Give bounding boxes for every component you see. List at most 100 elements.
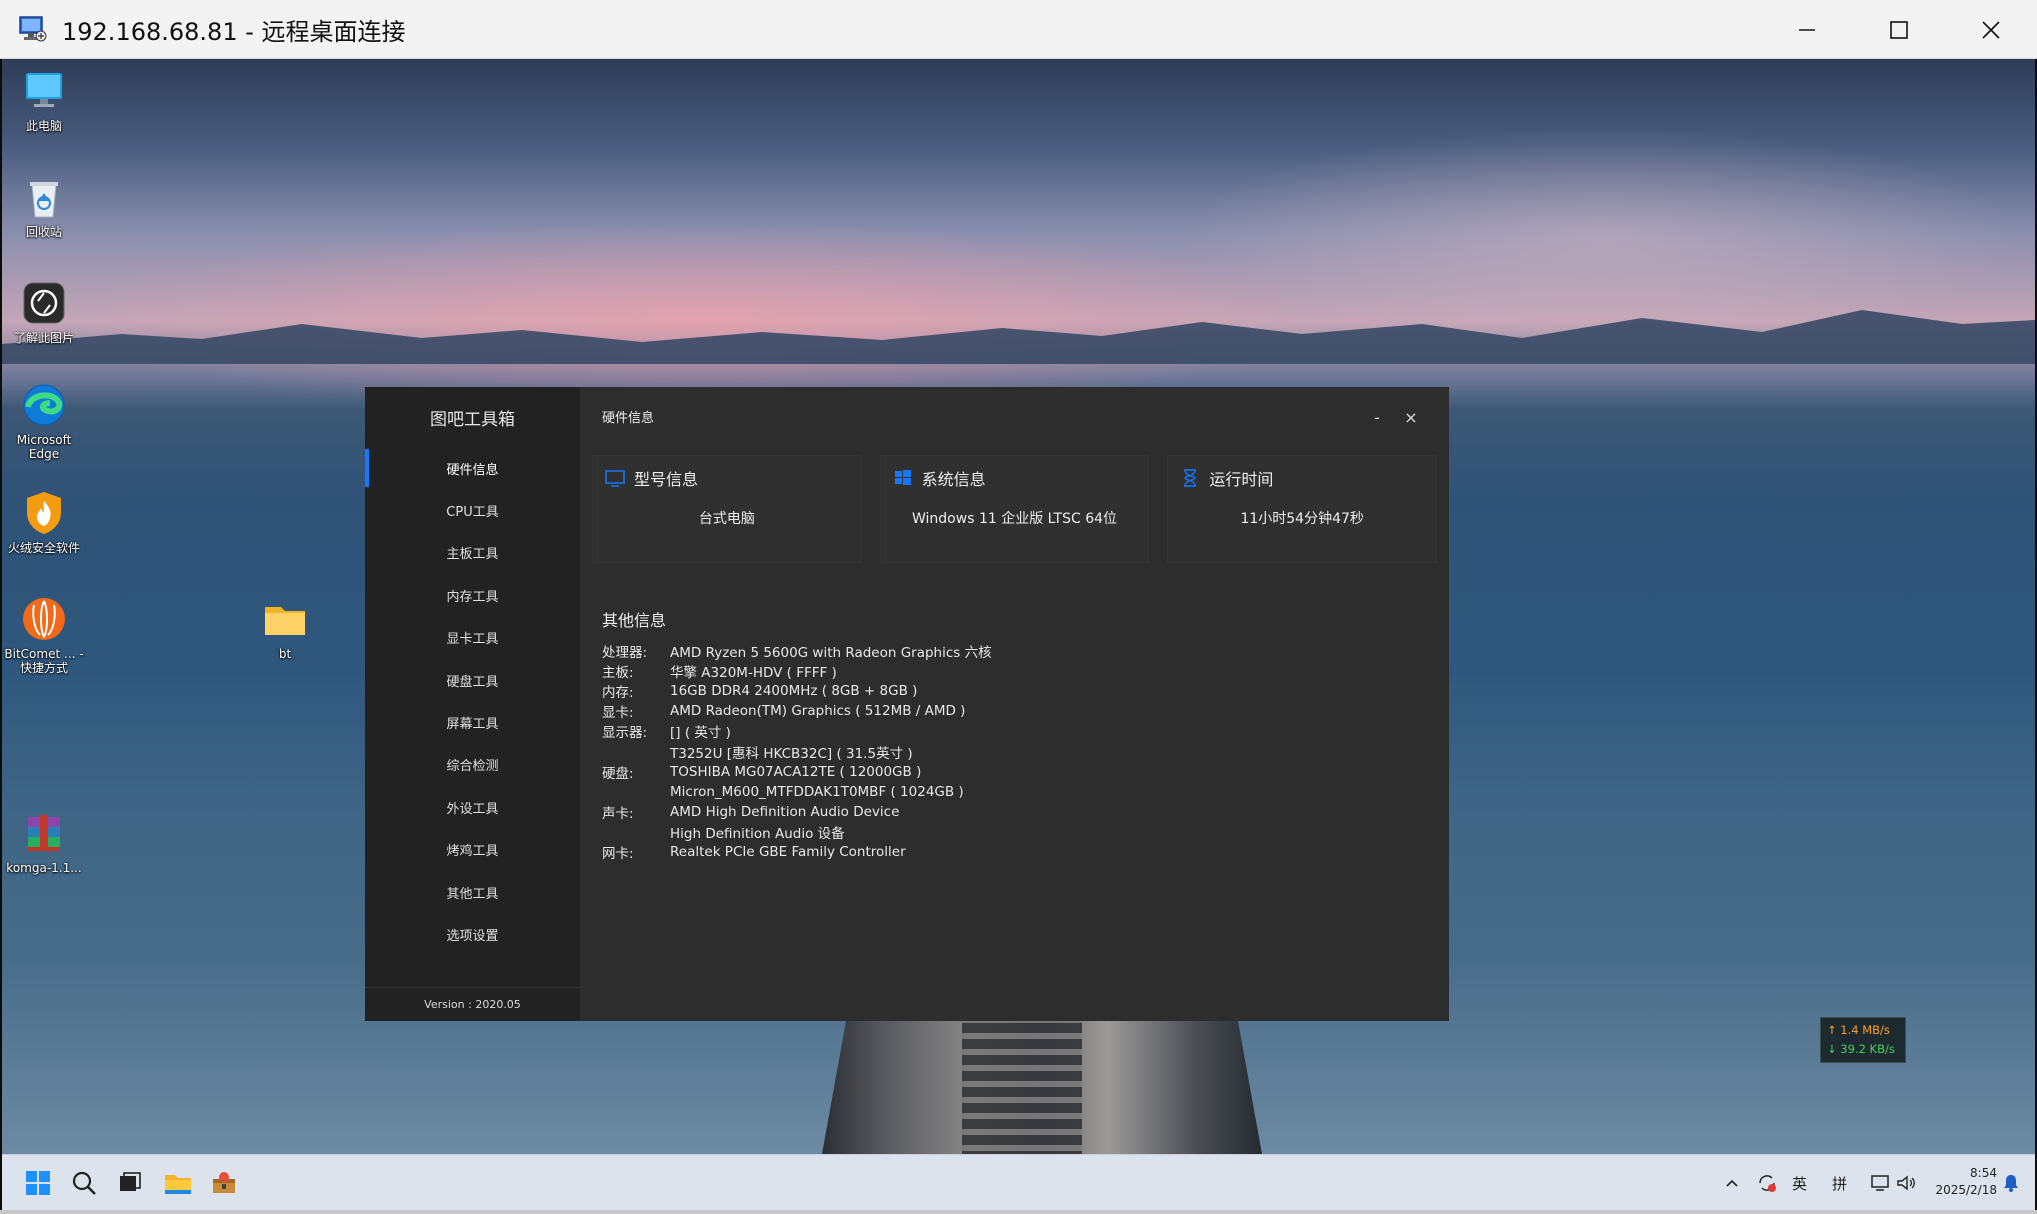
info-key: 声卡:: [602, 805, 634, 822]
search-button[interactable]: [68, 1167, 100, 1199]
info-key: 显示器:: [602, 725, 648, 742]
other-info-section: 其他信息 处理器: AMD Ryzen 5 5600G with Radeon G…: [602, 607, 992, 862]
window-bottom-border: [0, 1210, 2037, 1214]
card-value: Windows 11 企业版 LTSC 64位: [912, 511, 1118, 527]
windows-start-icon: [26, 1171, 50, 1195]
rdp-maximize-button[interactable]: [1853, 0, 1945, 59]
info-row-display: 显示器: [] ( 英寸 ): [602, 721, 992, 741]
sidebar-item-memory-tools[interactable]: 内存工具: [365, 574, 580, 616]
card-title: 运行时间: [1209, 470, 1274, 489]
info-value: High Definition Audio 设备: [670, 825, 845, 842]
clock[interactable]: 8:54 2025/2/18: [1927, 1165, 1997, 1199]
sidebar-menu: 硬件信息 CPU工具 主板工具 内存工具 显卡工具 硬盘工具 屏幕工具 综合检测…: [365, 447, 580, 956]
taskbar: 英 拼 8:54 2025/2/18: [2, 1154, 2035, 1210]
notification-button[interactable]: [2002, 1155, 2020, 1211]
info-key: 内存:: [602, 685, 634, 702]
card-value: 台式电脑: [698, 511, 755, 527]
tray-security-button[interactable]: [1756, 1155, 1778, 1211]
minimize-icon: [1799, 28, 1815, 31]
search-icon: [72, 1171, 96, 1195]
info-row-display-2: T3252U [惠科 HKCB32C] ( 31.5英寸 ): [602, 741, 992, 762]
version-label: Version : 2020.05: [365, 987, 580, 1021]
card-system-info: 系统信息 Windows 11 企业版 LTSC 64位: [879, 455, 1150, 563]
info-key: 主板:: [602, 665, 634, 682]
sidebar-item-hardware-info[interactable]: 硬件信息: [365, 447, 580, 489]
desktop-icon-label: BitComet ... - 快捷方式: [4, 647, 84, 675]
info-value: 16GB DDR4 2400MHz ( 8GB + 8GB ): [670, 683, 918, 700]
info-value: AMD Radeon(TM) Graphics ( 512MB / AMD ): [670, 703, 966, 720]
info-row-cpu: 处理器: AMD Ryzen 5 5600G with Radeon Graphi…: [602, 641, 992, 661]
card-title: 系统信息: [921, 470, 986, 489]
file-explorer-button[interactable]: [162, 1167, 194, 1199]
speaker-icon: [1897, 1175, 1915, 1191]
info-key: 网卡:: [602, 845, 634, 862]
recycle-bin-icon: [20, 173, 68, 221]
card-uptime: 运行时间 11小时54分钟47秒: [1167, 455, 1438, 563]
show-hidden-icons-button[interactable]: [1724, 1155, 1740, 1211]
desktop-icon-spotlight[interactable]: 了解此图片: [2, 279, 86, 345]
tuba-toolbox-window[interactable]: 图吧工具箱 硬件信息 CPU工具 主板工具 内存工具 显卡工具 硬盘工具 屏幕工…: [365, 387, 1449, 1021]
other-info-list: 处理器: AMD Ryzen 5 5600G with Radeon Graphi…: [602, 641, 992, 862]
desktop-icon-label: 了解此图片: [13, 331, 74, 345]
rdp-close-button[interactable]: [1945, 0, 2037, 59]
chevron-up-icon: [1726, 1179, 1738, 1187]
sidebar-item-cpu-tools[interactable]: CPU工具: [365, 489, 580, 531]
desktop-icon-komga[interactable]: komga-1.1...: [2, 809, 86, 875]
desktop-icon-recycle-bin[interactable]: 回收站: [2, 173, 86, 239]
desktop-icon-label: 此电脑: [25, 119, 62, 133]
desktop-icon-huorong[interactable]: 火绒安全软件: [2, 489, 86, 555]
network-speed-widget[interactable]: ↑ 1.4 MB/s ↓ 39.2 KB/s: [1820, 1017, 1906, 1063]
rdp-titlebar[interactable]: 192.168.68.81 - 远程桌面连接: [0, 0, 2037, 59]
sidebar-item-other-tools[interactable]: 其他工具: [365, 871, 580, 913]
info-row-gpu: 显卡: AMD Radeon(TM) Graphics ( 512MB / AMD…: [602, 701, 992, 721]
folder-icon: [261, 595, 309, 643]
sidebar: 图吧工具箱 硬件信息 CPU工具 主板工具 内存工具 显卡工具 硬盘工具 屏幕工…: [365, 387, 580, 1021]
sidebar-item-gpu-tools[interactable]: 显卡工具: [365, 617, 580, 659]
other-info-title: 其他信息: [602, 611, 667, 630]
info-row-motherboard: 主板: 华擎 A320M-HDV ( FFFF ): [602, 661, 992, 681]
remote-desktop[interactable]: 此电脑 回收站 了解此图片 Microsoft Edge 火绒安全软件 BitC…: [2, 59, 2035, 1154]
page-header: 硬件信息 - ×: [580, 387, 1449, 445]
volume-button[interactable]: [1896, 1155, 1918, 1211]
desktop-icon-label: Microsoft Edge: [16, 433, 72, 461]
sidebar-item-motherboard-tools[interactable]: 主板工具: [365, 532, 580, 574]
desktop-icon-label: 火绒安全软件: [7, 541, 80, 555]
ime-language-button[interactable]: 英: [1792, 1155, 1807, 1211]
ime-mode-button[interactable]: 拼: [1832, 1155, 1847, 1211]
app-minimize-button[interactable]: -: [1363, 403, 1391, 431]
toolbox-app-icon: [213, 1172, 235, 1193]
info-key: 硬盘:: [602, 765, 634, 782]
sidebar-item-comprehensive-test[interactable]: 综合检测: [365, 744, 580, 786]
sidebar-item-peripheral-tools[interactable]: 外设工具: [365, 786, 580, 828]
info-key: 处理器:: [602, 645, 648, 662]
network-button[interactable]: [1870, 1155, 1892, 1211]
desktop-icon-edge[interactable]: Microsoft Edge: [2, 381, 86, 461]
computer-icon: [20, 67, 68, 115]
info-value: T3252U [惠科 HKCB32C] ( 31.5英寸 ): [670, 745, 913, 762]
summary-cards: 型号信息 台式电脑 系统信息 Windows 11 企业版 LTSC 64位 运…: [592, 455, 1438, 563]
close-icon: [1982, 20, 2000, 39]
info-value: Realtek PCIe GBE Family Controller: [670, 843, 906, 860]
desktop-icon-this-pc[interactable]: 此电脑: [2, 67, 86, 133]
sidebar-item-stress-tools[interactable]: 烤鸡工具: [365, 829, 580, 871]
winrar-archive-icon: [20, 809, 68, 857]
task-view-button[interactable]: [114, 1167, 146, 1199]
task-view-icon: [120, 1172, 141, 1191]
desktop-icon-bitcomet[interactable]: BitComet ... - 快捷方式: [2, 595, 86, 675]
rdp-minimize-button[interactable]: [1761, 0, 1853, 59]
sync-alert-icon: [1759, 1175, 1776, 1192]
sidebar-item-settings[interactable]: 选项设置: [365, 913, 580, 955]
camera-icon: [20, 279, 68, 327]
sidebar-item-screen-tools[interactable]: 屏幕工具: [365, 701, 580, 743]
desktop-icon-label: 回收站: [25, 225, 62, 239]
sidebar-item-disk-tools[interactable]: 硬盘工具: [365, 659, 580, 701]
start-button[interactable]: [22, 1167, 54, 1199]
main-panel: 硬件信息 - × 型号信息 台式电脑 系统信息 Windows 11 企业版 L…: [580, 387, 1449, 1021]
info-value: AMD High Definition Audio Device: [670, 803, 900, 820]
desktop-icon-label: komga-1.1...: [6, 861, 82, 875]
desktop-icon-bt-folder[interactable]: bt: [243, 595, 327, 661]
info-value: AMD Ryzen 5 5600G with Radeon Graphics 六…: [670, 645, 992, 662]
app-close-button[interactable]: ×: [1397, 403, 1425, 431]
file-explorer-icon: [165, 1175, 191, 1194]
app-taskbar-button[interactable]: [208, 1167, 240, 1199]
